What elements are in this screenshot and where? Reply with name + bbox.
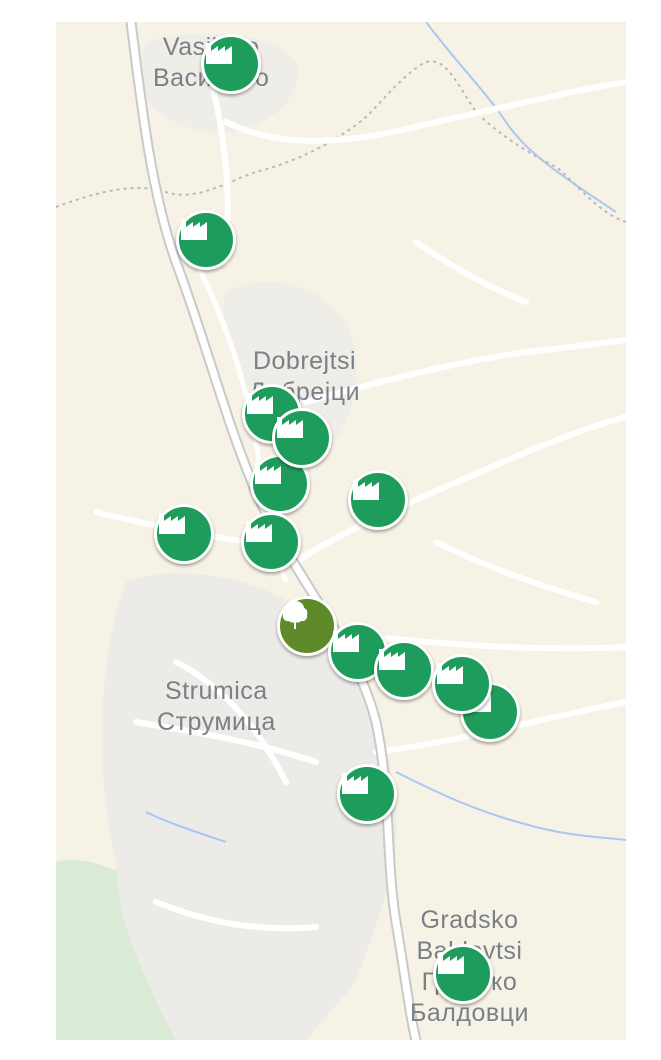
factory-icon <box>353 479 379 500</box>
factory-icon <box>437 663 463 684</box>
factory-icon <box>247 393 273 414</box>
map-base-layer <box>56 22 626 1040</box>
factory-icon <box>159 513 185 534</box>
factory-icon <box>181 219 207 240</box>
place-label-latin: Dobrejtsi <box>252 347 357 375</box>
factory-icon <box>379 649 405 670</box>
factory-icon <box>438 953 464 974</box>
factory-marker[interactable] <box>432 654 492 714</box>
factory-marker[interactable] <box>241 512 301 572</box>
factory-marker[interactable] <box>201 34 261 94</box>
factory-icon <box>246 521 272 542</box>
place-label-latin: Strumica <box>165 677 268 705</box>
factory-icon <box>342 773 368 794</box>
factory-marker[interactable] <box>433 944 493 1004</box>
factory-marker[interactable] <box>348 470 408 530</box>
tree-icon <box>282 601 308 629</box>
factory-marker[interactable] <box>337 764 397 824</box>
factory-icon <box>277 417 303 438</box>
factory-marker[interactable] <box>272 408 332 468</box>
factory-icon <box>255 463 281 484</box>
factory-marker[interactable] <box>154 504 214 564</box>
factory-icon <box>333 631 359 652</box>
factory-icon <box>206 43 232 64</box>
map-view[interactable]: Vasilevo Василево Dobrejtsi Добрејци Str… <box>56 22 626 1040</box>
place-label-cyrillic: Струмица <box>157 708 276 736</box>
factory-marker[interactable] <box>374 640 434 700</box>
river <box>395 771 626 841</box>
place-label-strumica: Strumica Струмица <box>157 676 276 738</box>
factory-marker[interactable] <box>176 210 236 270</box>
place-label-latin: Gradsko <box>420 906 519 934</box>
